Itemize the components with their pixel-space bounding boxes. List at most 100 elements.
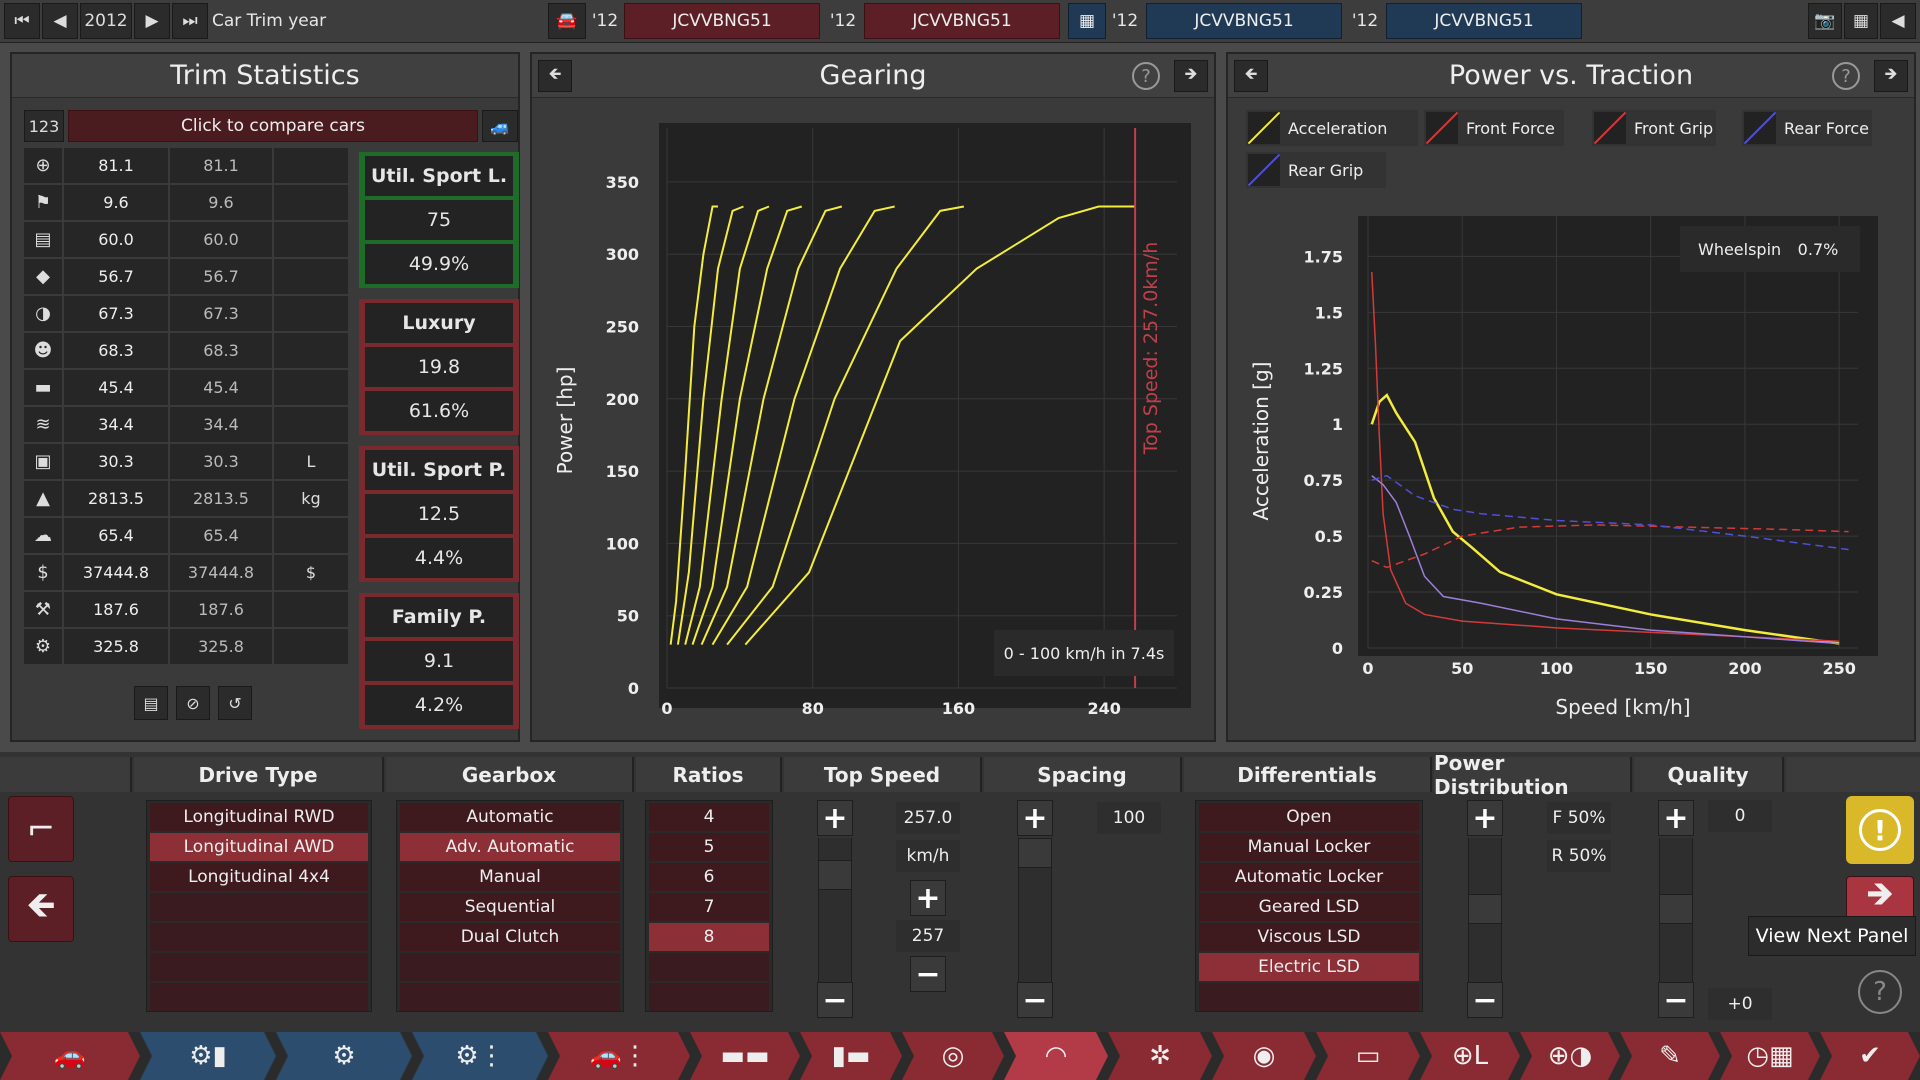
help-icon[interactable]: ? bbox=[1832, 62, 1860, 90]
list-option[interactable]: Viscous LSD bbox=[1199, 923, 1419, 951]
prev-year-button[interactable]: ◀ bbox=[42, 3, 78, 39]
slot-2[interactable]: JCVVBNG51 bbox=[864, 3, 1060, 39]
nav-tab[interactable]: ✎ bbox=[1620, 1032, 1720, 1080]
clear-button[interactable]: ⊘ bbox=[176, 686, 210, 720]
car-slot-icon-button[interactable]: 🚘 bbox=[548, 3, 586, 39]
prev-panel-button[interactable]: 🡸 bbox=[538, 60, 572, 92]
slot-3[interactable]: JCVVBNG51 bbox=[1146, 3, 1342, 39]
market-category[interactable]: Util. Sport L. 75 49.9% bbox=[359, 152, 519, 288]
list-option[interactable]: Adv. Automatic bbox=[400, 833, 620, 861]
legend-item[interactable]: Rear Grip bbox=[1246, 152, 1386, 188]
trim-slot-icon-button[interactable]: ▦ bbox=[1068, 3, 1106, 39]
warning-button[interactable]: ! bbox=[1846, 796, 1914, 864]
report-button[interactable]: ▤ bbox=[134, 686, 168, 720]
list-option[interactable]: 6 bbox=[649, 863, 769, 891]
slider-thumb[interactable] bbox=[1659, 894, 1693, 924]
list-option[interactable]: 8 bbox=[649, 923, 769, 951]
nav-tab[interactable]: ◉ bbox=[1212, 1032, 1316, 1080]
legend-item[interactable]: Front Grip bbox=[1592, 110, 1716, 146]
quality-increase-button[interactable]: + bbox=[1658, 800, 1694, 836]
top-speed-increase-button[interactable]: + bbox=[817, 800, 853, 836]
list-option[interactable]: Sequential bbox=[400, 893, 620, 921]
slider-thumb[interactable] bbox=[818, 860, 852, 890]
gear-curve-icon: ⌐ bbox=[26, 809, 56, 849]
nav-tab[interactable]: ✲ bbox=[1108, 1032, 1212, 1080]
nav-tab[interactable]: ⚙⋮ bbox=[412, 1032, 548, 1080]
market-category[interactable]: Util. Sport P. 12.5 4.4% bbox=[359, 446, 519, 582]
nav-tab[interactable]: ✔ bbox=[1820, 1032, 1920, 1080]
target-speed-decrease-button[interactable]: − bbox=[910, 956, 946, 992]
screenshot-button[interactable]: 📷 bbox=[1808, 3, 1842, 39]
help-icon[interactable]: ? bbox=[1132, 62, 1160, 90]
stat-unit bbox=[274, 407, 348, 442]
nav-tab[interactable]: ◷▦ bbox=[1720, 1032, 1820, 1080]
next-year-button[interactable]: ▶ bbox=[134, 3, 170, 39]
next-panel-button[interactable]: 🡺 bbox=[1874, 60, 1908, 92]
legend-item[interactable]: Front Force bbox=[1424, 110, 1564, 146]
list-option[interactable]: Longitudinal AWD bbox=[150, 833, 368, 861]
market-category[interactable]: Luxury 19.8 61.6% bbox=[359, 299, 519, 435]
help-icon[interactable]: ? bbox=[1858, 970, 1902, 1014]
market-category[interactable]: Family P. 9.1 4.2% bbox=[359, 593, 519, 729]
list-option[interactable]: 4 bbox=[649, 803, 769, 831]
slot-1[interactable]: JCVVBNG51 bbox=[624, 3, 820, 39]
target-speed-increase-button[interactable]: + bbox=[910, 880, 946, 916]
nav-tab[interactable]: 🚗⋮ bbox=[548, 1032, 690, 1080]
nav-tab[interactable]: ⊕L bbox=[1420, 1032, 1520, 1080]
slider-thumb[interactable] bbox=[1018, 838, 1052, 868]
spacing-increase-button[interactable]: + bbox=[1017, 800, 1053, 836]
next-panel-button[interactable]: 🡺 bbox=[1174, 60, 1208, 92]
top-speed-slider[interactable] bbox=[818, 838, 852, 998]
first-year-button[interactable]: ⏮ bbox=[4, 3, 40, 39]
calculator-button[interactable]: ▦ bbox=[1844, 3, 1878, 39]
power-distribution-increase-button[interactable]: + bbox=[1467, 800, 1503, 836]
power-distribution-decrease-button[interactable]: − bbox=[1467, 982, 1503, 1018]
spacing-slider[interactable] bbox=[1018, 838, 1052, 998]
nav-tab[interactable]: ⚙ bbox=[276, 1032, 412, 1080]
chart-view-button[interactable]: ⌐ bbox=[8, 796, 74, 862]
back-button[interactable]: ◀ bbox=[1880, 3, 1916, 39]
nav-tab[interactable]: ◠ bbox=[1004, 1032, 1108, 1080]
nav-tab[interactable]: ⊕◑ bbox=[1520, 1032, 1620, 1080]
car-folder-icon: 🚙 bbox=[490, 116, 510, 136]
spacing-decrease-button[interactable]: − bbox=[1017, 982, 1053, 1018]
slider-thumb[interactable] bbox=[1468, 894, 1502, 924]
header-spacer bbox=[1786, 757, 1920, 792]
compare-car-icon-button[interactable]: 🚙 bbox=[482, 110, 518, 142]
power-distribution-slider[interactable] bbox=[1468, 838, 1502, 998]
slot-4[interactable]: JCVVBNG51 bbox=[1386, 3, 1582, 39]
nav-tab[interactable]: ▬▬ bbox=[690, 1032, 800, 1080]
list-option[interactable]: Longitudinal 4x4 bbox=[150, 863, 368, 891]
legend-item[interactable]: Rear Force bbox=[1742, 110, 1872, 146]
nav-tab[interactable]: ▭ bbox=[1316, 1032, 1420, 1080]
reset-button[interactable]: ↺ bbox=[218, 686, 252, 720]
last-year-button[interactable]: ⏭ bbox=[172, 3, 208, 39]
list-option[interactable]: Manual Locker bbox=[1199, 833, 1419, 861]
list-option[interactable]: Dual Clutch bbox=[400, 923, 620, 951]
list-option[interactable]: Open bbox=[1199, 803, 1419, 831]
nav-tab[interactable]: ⚙▮ bbox=[140, 1032, 276, 1080]
next-panel-button[interactable]: 🡺 bbox=[1846, 874, 1914, 920]
prev-panel-button[interactable]: 🡸 bbox=[1234, 60, 1268, 92]
list-option[interactable]: Automatic bbox=[400, 803, 620, 831]
nav-tab[interactable]: ◎ bbox=[902, 1032, 1004, 1080]
previous-button[interactable]: 🡸 bbox=[8, 876, 74, 942]
quality-slider[interactable] bbox=[1659, 838, 1693, 998]
slot-year-4: '12 bbox=[1351, 11, 1379, 31]
nav-tab[interactable]: 🚗 bbox=[0, 1032, 140, 1080]
list-option[interactable]: 7 bbox=[649, 893, 769, 921]
list-option[interactable]: Automatic Locker bbox=[1199, 863, 1419, 891]
front-distribution: F 50% bbox=[1547, 802, 1611, 834]
arrow-left-icon: 🡸 bbox=[26, 884, 56, 926]
top-speed-decrease-button[interactable]: − bbox=[817, 982, 853, 1018]
nav-tab[interactable]: ▮▬ bbox=[800, 1032, 902, 1080]
quality-decrease-button[interactable]: − bbox=[1658, 982, 1694, 1018]
panel-title: Trim Statistics bbox=[12, 54, 518, 98]
legend-item[interactable]: Acceleration bbox=[1246, 110, 1418, 146]
list-option[interactable]: 5 bbox=[649, 833, 769, 861]
list-option[interactable]: Longitudinal RWD bbox=[150, 803, 368, 831]
list-option[interactable]: Electric LSD bbox=[1199, 953, 1419, 981]
list-option[interactable]: Manual bbox=[400, 863, 620, 891]
list-option[interactable]: Geared LSD bbox=[1199, 893, 1419, 921]
compare-button[interactable]: Click to compare cars bbox=[68, 110, 478, 142]
